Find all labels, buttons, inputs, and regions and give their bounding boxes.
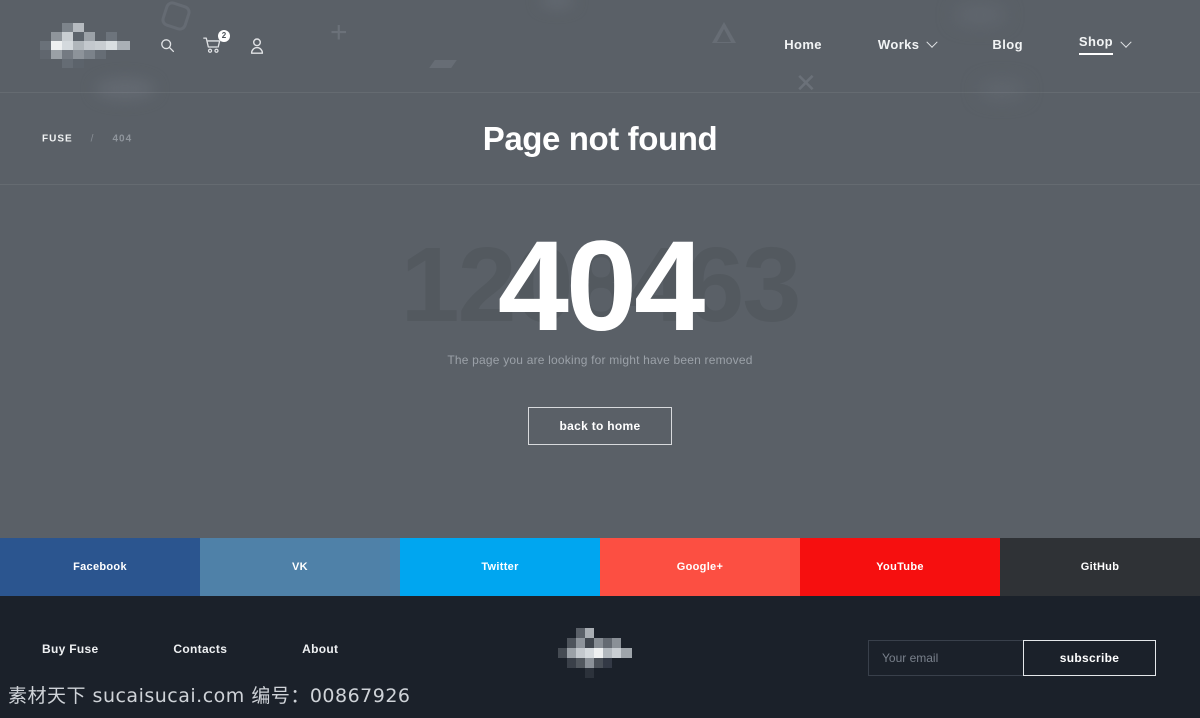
subscribe-button[interactable]: subscribe xyxy=(1023,640,1156,676)
error-block: 1208463 404 The page you are looking for… xyxy=(0,185,1200,538)
social-link-facebook[interactable]: Facebook xyxy=(0,538,200,596)
nav-item-blog[interactable]: Blog xyxy=(964,37,1050,52)
user-icon[interactable] xyxy=(250,37,264,54)
page-title: Page not found xyxy=(482,119,718,157)
search-icon[interactable] xyxy=(160,38,175,53)
social-label: Twitter xyxy=(481,561,519,573)
footer-links: Buy Fuse Contacts About xyxy=(42,642,413,656)
site-header: 2 Home Works Blog Shop xyxy=(0,0,1200,92)
nav-label: Blog xyxy=(992,37,1023,52)
error-code: 404 xyxy=(497,215,706,358)
watermark-text: 素材天下 sucaisucai.com 编号：00867926 xyxy=(8,685,411,707)
nav-item-works[interactable]: Works xyxy=(850,36,965,52)
social-label: GitHub xyxy=(1080,561,1120,573)
nav-item-home[interactable]: Home xyxy=(756,37,850,52)
social-bar: Facebook VK Twitter Google+ YouTube GitH… xyxy=(0,538,1200,596)
social-link-youtube[interactable]: YouTube xyxy=(800,538,1000,596)
footer-logo[interactable] xyxy=(558,628,632,678)
social-label: VK xyxy=(292,561,308,573)
social-link-vk[interactable]: VK xyxy=(200,538,400,596)
error-message: The page you are looking for might have … xyxy=(447,353,753,367)
nav-label: Home xyxy=(784,37,822,52)
nav-label: Shop xyxy=(1078,34,1113,55)
page-root: + ✕ 2 Home Works Blog Shop FUSE / 404 Pa… xyxy=(0,0,1200,718)
social-label: Google+ xyxy=(676,561,724,573)
social-link-googleplus[interactable]: Google+ xyxy=(600,538,800,596)
nav-label: Works xyxy=(877,37,920,52)
email-field[interactable] xyxy=(868,640,1023,676)
error-number-wrap: 1208463 404 xyxy=(0,215,1200,358)
header-icon-group: 2 xyxy=(160,30,264,54)
social-label: YouTube xyxy=(876,561,924,573)
breadcrumb-bar: FUSE / 404 Page not found xyxy=(0,92,1200,185)
subscribe-form: subscribe xyxy=(868,640,1156,676)
back-to-home-button[interactable]: back to home xyxy=(528,407,672,445)
social-link-github[interactable]: GitHub xyxy=(1000,538,1200,596)
chevron-down-icon xyxy=(1120,36,1132,48)
cart-icon[interactable]: 2 xyxy=(203,30,230,54)
footer-link-buy-fuse[interactable]: Buy Fuse xyxy=(42,642,98,656)
cart-badge: 2 xyxy=(218,30,230,42)
social-label: Facebook xyxy=(73,561,127,573)
footer-link-about[interactable]: About xyxy=(302,642,338,656)
social-link-twitter[interactable]: Twitter xyxy=(400,538,600,596)
logo[interactable] xyxy=(40,23,130,69)
main-navigation: Home Works Blog Shop xyxy=(756,34,1158,55)
hero-section: + ✕ 2 Home Works Blog Shop FUSE / 404 Pa… xyxy=(0,0,1200,538)
chevron-down-icon xyxy=(926,36,939,48)
footer-link-contacts[interactable]: Contacts xyxy=(173,642,227,656)
nav-item-shop[interactable]: Shop xyxy=(1051,34,1158,55)
